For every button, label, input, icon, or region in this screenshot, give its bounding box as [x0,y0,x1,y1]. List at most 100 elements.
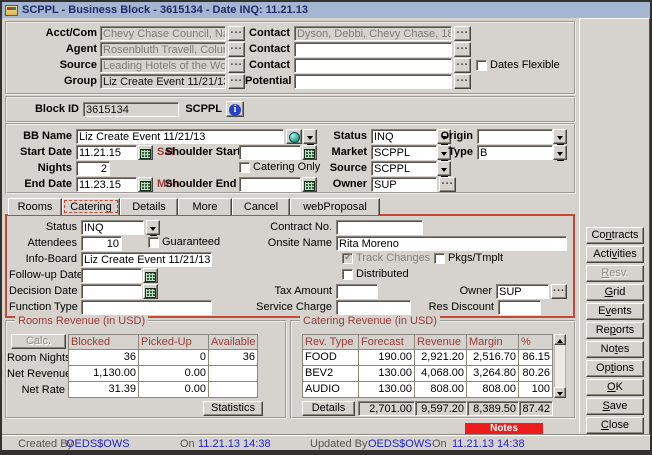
shoulder-end-calendar-button[interactable] [302,177,317,192]
tab-details[interactable]: Details [120,198,178,215]
tab-webproposal[interactable]: webProposal [290,198,380,215]
tab-more[interactable]: More [178,198,232,215]
acct-com-field[interactable]: Chevy Chase Council, Naples, [100,26,226,41]
contact1-lov-button[interactable] [454,26,471,41]
origin-dropdown-button[interactable] [553,129,567,144]
notes-button[interactable]: Notes [586,341,644,358]
tax-amount-field[interactable] [336,284,378,299]
details-button[interactable]: Details [302,401,355,416]
function-type-label: Function Type [9,300,77,315]
group-lov-button[interactable] [228,74,245,89]
globe-button[interactable] [286,129,302,144]
ok-button[interactable]: OK [586,379,644,396]
notes-badge[interactable]: Notes [465,423,543,434]
bb-source-dropdown-button[interactable] [437,161,451,176]
bb-name-dropdown-button[interactable] [303,129,317,144]
tab-rooms[interactable]: Rooms [8,198,62,215]
followup-date-field[interactable] [81,268,142,283]
info-button[interactable]: i [226,101,244,117]
shoulder-start-calendar-button[interactable] [302,145,317,160]
shoulder-end-label: Shoulder End [165,177,235,192]
ellipsis-icon [441,175,453,187]
save-button[interactable]: Save [586,398,644,415]
catering-revenue-table: Rev. Type Forecast Revenue Margin % FOOD… [302,334,553,398]
guaranteed-checkbox[interactable] [148,237,159,248]
dates-flexible-checkbox[interactable] [476,60,487,71]
block-id-label: Block ID [9,102,79,117]
statistics-button[interactable]: Statistics [203,401,263,416]
table-cell: 36 [69,350,138,365]
scrollbar-track[interactable] [554,345,566,387]
contact2-lov-button[interactable] [454,42,471,57]
type-dropdown-button[interactable] [553,145,567,160]
start-date-calendar-button[interactable] [138,145,153,160]
catering-only-checkbox[interactable] [239,162,250,173]
scroll-up-button[interactable] [554,334,566,345]
end-date-calendar-button[interactable] [138,177,153,192]
catering-owner-lov-button[interactable] [551,284,567,299]
bb-name-label: BB Name [9,129,72,144]
pkgs-tmplt-checkbox[interactable] [434,253,445,264]
catering-status-dropdown-button[interactable] [146,220,160,235]
reports-button[interactable]: Reports [586,322,644,339]
agent-field[interactable]: Rosenbluth Travell, Columbia, 1800-r [100,42,226,57]
nights-field[interactable]: 2 [76,161,110,176]
activities-button[interactable]: Activities [586,246,644,263]
type-field[interactable]: B [477,145,553,160]
catering-status-field[interactable]: INQ [81,220,144,235]
updated-on-label: On [432,438,447,450]
onsite-name-field[interactable]: Rita Moreno [336,236,567,251]
followup-calendar-button[interactable] [143,268,158,283]
shoulder-end-field[interactable] [239,177,301,192]
service-charge-field[interactable] [336,300,411,315]
end-date-field[interactable]: 11.23.15 [76,177,137,192]
origin-field[interactable] [477,129,553,144]
column-header: % [519,335,552,349]
contact3-lov-button[interactable] [454,58,471,73]
start-date-label: Start Date [9,145,72,160]
table-cell: 80.26 [519,366,552,381]
group-field[interactable]: Liz Create Event 11/21/13 [100,74,226,89]
close-button[interactable]: Close [586,417,644,434]
ellipsis-icon [456,24,468,36]
info-board-field[interactable]: Liz Create Event 11/21/13 [81,252,212,267]
contact2-field[interactable] [294,42,452,57]
bb-group: BB Name Liz Create Event 11/21/13 Status… [5,123,576,194]
tab-catering[interactable]: Catering [62,198,120,215]
distributed-checkbox[interactable] [342,269,353,280]
scroll-down-button[interactable] [554,387,566,398]
source-lov-button[interactable] [228,58,245,73]
events-button[interactable]: Events [586,303,644,320]
property-label: SCPPL [138,102,222,117]
decision-calendar-button[interactable] [143,284,158,299]
res-discount-field[interactable] [498,300,541,315]
bb-source-field[interactable]: SCPPL [371,161,437,176]
owner-lov-button[interactable] [439,177,456,192]
grid-button[interactable]: Grid [586,284,644,301]
shoulder-start-field[interactable] [239,145,301,160]
contact1-field[interactable]: Dyson, Debbi, Chevy Chase, 1800-123- [294,26,452,41]
start-date-field[interactable]: 11.21.15 [76,145,137,160]
track-changes-label: Track Changes [356,252,430,265]
options-button[interactable]: Options [586,360,644,377]
table-cell: 0.00 [139,382,208,397]
contracts-button[interactable]: Contracts [586,227,644,244]
rooms-revenue-title: Rooms Revenue (in USD) [15,315,148,327]
potential-lov-button[interactable] [454,74,471,89]
table-cell: 0 [139,350,208,365]
potential-field[interactable] [294,74,452,89]
agent-lov-button[interactable] [228,42,245,57]
attendees-field[interactable]: 10 [81,236,122,251]
tab-cancel[interactable]: Cancel [232,198,290,215]
acct-com-lov-button[interactable] [228,26,245,41]
source-field[interactable]: Leading Hotels of the World, Naples, [100,58,226,73]
catering-owner-field[interactable]: SUP [496,284,549,299]
status-bar: Created By OEDS$OWS On 11.21.13 14:38 Up… [2,436,650,450]
owner-field[interactable]: SUP [371,177,437,192]
contract-no-field[interactable] [336,220,423,235]
source-label: Source [9,58,97,73]
bb-name-field[interactable]: Liz Create Event 11/21/13 [76,129,284,144]
contact3-field[interactable] [294,58,452,73]
table-scrollbar[interactable] [554,334,566,398]
decision-date-field[interactable] [81,284,142,299]
